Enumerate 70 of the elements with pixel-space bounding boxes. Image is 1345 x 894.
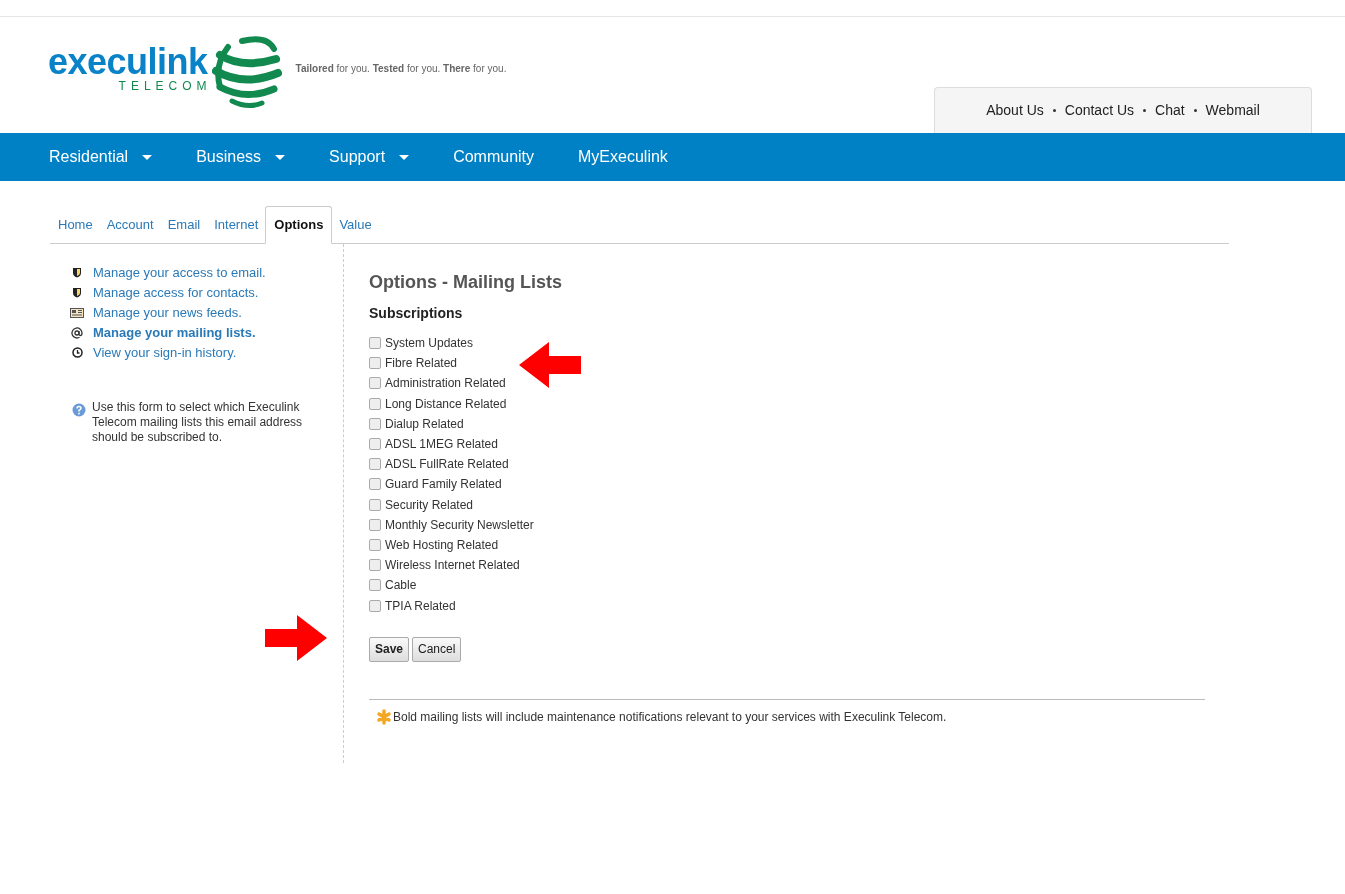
nav-item[interactable]: Residential (49, 145, 153, 169)
caret-icon (275, 154, 286, 160)
checkbox[interactable] (369, 518, 381, 531)
subscription-label: Dialup Related (385, 415, 464, 433)
annotation-arrow (519, 342, 581, 388)
cancel-button[interactable]: Cancel (412, 636, 462, 662)
caret-icon (142, 154, 153, 160)
save-button[interactable]: Save (369, 636, 410, 662)
nav-item[interactable]: MyExeculink (578, 145, 668, 169)
top-link[interactable]: Contact Us (1064, 100, 1135, 121)
checkbox[interactable] (369, 397, 381, 410)
caret-icon (399, 154, 410, 160)
tab[interactable]: Email (160, 206, 208, 243)
checkbox[interactable] (369, 599, 381, 612)
top-link[interactable]: Webmail (1205, 100, 1260, 121)
help-text: Use this form to select which Execulink Telecom mailing lists this email address should be subscribed to. (92, 400, 304, 445)
sidebar-link[interactable]: Manage your news feeds. (93, 302, 242, 323)
clock-icon (71, 347, 83, 358)
tab[interactable]: Value (332, 206, 379, 243)
subscription-label: ADSL 1MEG Related (385, 436, 498, 454)
subscription-label: Long Distance Related (385, 395, 507, 413)
checkbox[interactable] (369, 438, 381, 451)
checkbox[interactable] (369, 478, 381, 491)
top-link[interactable]: Chat (1155, 100, 1185, 121)
section-heading: Subscriptions (369, 304, 464, 323)
checkbox[interactable] (369, 417, 381, 430)
subscription-label: Wireless Internet Related (385, 557, 520, 575)
checkbox[interactable] (369, 357, 381, 370)
shield-icon (72, 267, 82, 278)
newspaper-icon (70, 307, 84, 318)
subscription-label: ADSL FullRate Related (385, 456, 509, 474)
subscription-label: Security Related (385, 496, 474, 514)
sidebar-link[interactable]: Manage your access to email. (93, 262, 266, 283)
asterisk-icon (376, 708, 392, 725)
shield-icon (72, 287, 82, 298)
annotation-arrow (265, 615, 327, 661)
subscription-label: TPIA Related (385, 597, 456, 615)
subscription-label: Administration Related (385, 375, 506, 393)
logo-wordmark: execulink (48, 45, 208, 79)
globe-logo-icon (211, 35, 282, 109)
checkbox[interactable] (369, 579, 381, 592)
tab[interactable]: Internet (207, 206, 266, 243)
help-icon (72, 403, 86, 417)
tab[interactable]: Account (99, 206, 161, 243)
tagline: Tailored for you. Tested for you. There for you. (295, 62, 507, 76)
subscription-label: Guard Family Related (385, 476, 502, 494)
nav-item[interactable]: Support (329, 145, 410, 169)
checkbox[interactable] (369, 498, 381, 511)
subscription-label: Cable (385, 577, 417, 595)
subscription-label: Fibre Related (385, 355, 458, 373)
sidebar-link[interactable]: Manage your mailing lists. (93, 322, 256, 343)
checkbox[interactable] (369, 538, 381, 551)
checkbox[interactable] (369, 337, 381, 350)
subscription-label: Monthly Security Newsletter (385, 516, 534, 534)
subscription-label: Web Hosting Related (385, 536, 499, 554)
subscription-label: System Updates (385, 335, 474, 353)
tab[interactable]: Options (265, 206, 333, 244)
at-icon (71, 326, 83, 339)
top-link[interactable]: About Us (986, 100, 1044, 121)
nav-item[interactable]: Community (453, 145, 535, 169)
checkbox[interactable] (369, 559, 381, 572)
logo-subtitle: TELECOM (118, 79, 212, 93)
sidebar-link[interactable]: View your sign-in history. (93, 342, 237, 363)
checkbox[interactable] (369, 377, 381, 390)
page-title: Options - Mailing Lists (369, 271, 563, 294)
nav-item[interactable]: Business (196, 145, 286, 169)
checkbox[interactable] (369, 458, 381, 471)
footnote: Bold mailing lists will include maintenance notifications relevant to your services with Execulink Telecom. (393, 708, 947, 726)
tab[interactable]: Home (51, 206, 100, 243)
sidebar-link[interactable]: Manage access for contacts. (93, 282, 259, 303)
